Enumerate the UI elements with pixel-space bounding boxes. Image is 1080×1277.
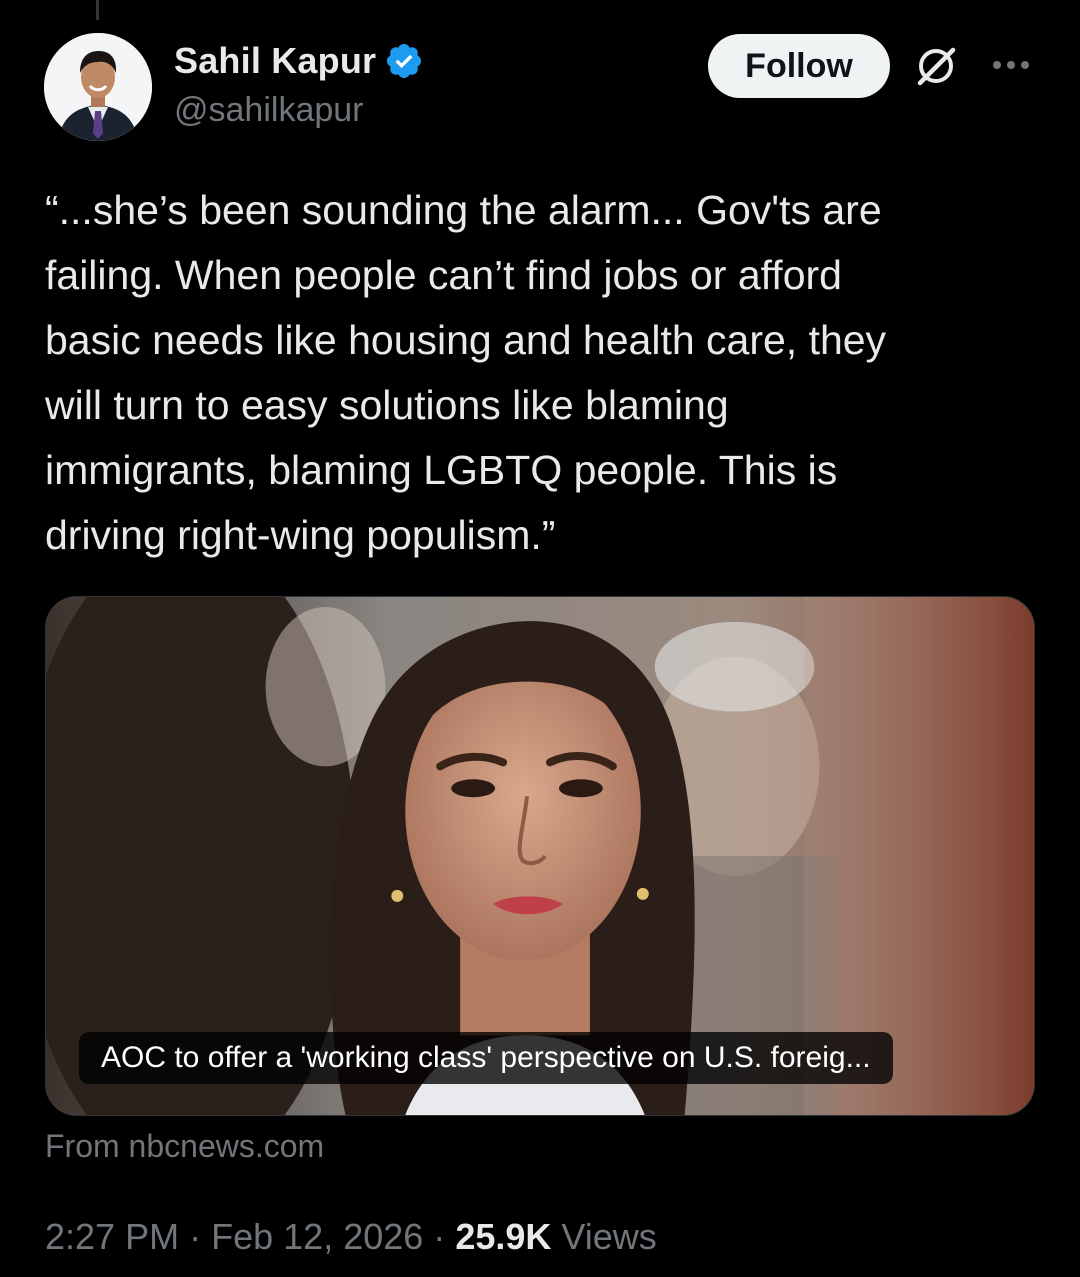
more-options-icon[interactable]	[990, 50, 1032, 80]
author-display-name[interactable]: Sahil Kapur	[174, 40, 376, 82]
verified-badge-icon[interactable]	[384, 41, 424, 81]
tweet-meta: 2:27 PM · Feb 12, 2026 · 25.9K Views	[45, 1216, 657, 1258]
tweet-date[interactable]: Feb 12, 2026	[211, 1216, 423, 1257]
card-source-link[interactable]: From nbcnews.com	[45, 1128, 324, 1165]
meta-separator: ·	[433, 1216, 446, 1257]
tweet-time[interactable]: 2:27 PM	[45, 1216, 179, 1257]
meta-separator: ·	[189, 1216, 202, 1257]
follow-button[interactable]: Follow	[708, 34, 890, 98]
tweet-text: “...she’s been sounding the alarm... Gov…	[45, 187, 887, 558]
author-avatar[interactable]	[44, 33, 152, 141]
thread-connector-line	[96, 0, 99, 20]
author-handle[interactable]: @sahilkapur	[174, 91, 364, 130]
avatar-image	[44, 33, 152, 141]
views-label: Views	[561, 1216, 657, 1257]
link-preview-card[interactable]: AOC to offer a 'working class' perspecti…	[45, 596, 1035, 1116]
author-name-row: Sahil Kapur	[174, 40, 424, 82]
grok-icon[interactable]	[912, 42, 960, 90]
views-count[interactable]: 25.9K	[455, 1216, 551, 1257]
card-title[interactable]: AOC to offer a 'working class' perspecti…	[79, 1032, 893, 1084]
